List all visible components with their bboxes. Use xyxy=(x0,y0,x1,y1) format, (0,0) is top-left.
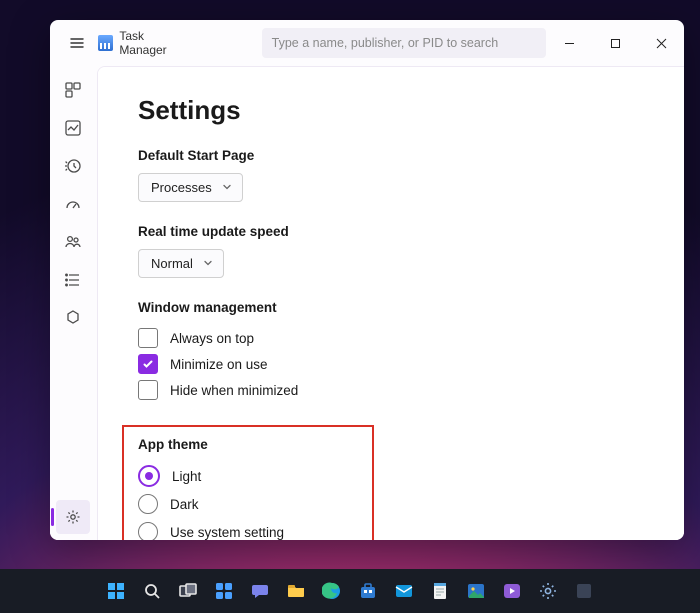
taskbar-chat-icon[interactable] xyxy=(246,577,274,605)
taskbar-start-icon[interactable] xyxy=(102,577,130,605)
page-title: Settings xyxy=(138,95,644,126)
app-icon xyxy=(98,35,114,51)
app-theme-section-highlight: App theme Light Dark Use system setting xyxy=(122,425,374,540)
nav-services-icon[interactable] xyxy=(63,308,83,328)
nav-processes-icon[interactable] xyxy=(63,80,83,100)
default-start-page-value: Processes xyxy=(151,180,212,195)
window-management-section: Window management Always on top Minimize… xyxy=(138,300,644,403)
update-speed-dropdown[interactable]: Normal xyxy=(138,249,224,278)
always-on-top-checkbox[interactable]: Always on top xyxy=(138,325,644,351)
radio-icon xyxy=(138,494,158,514)
task-manager-window: Task Manager Type a name, publisher, or … xyxy=(50,20,684,540)
settings-page: Settings Default Start Page Processes Re… xyxy=(97,66,684,540)
taskbar-widgets-icon[interactable] xyxy=(210,577,238,605)
update-speed-label: Real time update speed xyxy=(138,224,644,239)
taskbar xyxy=(0,569,700,613)
titlebar: Task Manager Type a name, publisher, or … xyxy=(50,20,684,66)
window-controls xyxy=(546,23,684,63)
minimize-button[interactable] xyxy=(546,23,592,63)
hide-when-minimized-checkbox[interactable]: Hide when minimized xyxy=(138,377,644,403)
radio-label: Dark xyxy=(170,497,199,512)
nav-rail xyxy=(50,66,97,540)
default-start-page-section: Default Start Page Processes xyxy=(138,148,644,202)
checkbox-label: Hide when minimized xyxy=(170,383,298,398)
nav-settings-icon[interactable] xyxy=(56,500,90,534)
nav-startup-icon[interactable] xyxy=(63,194,83,214)
taskbar-file-explorer-icon[interactable] xyxy=(282,577,310,605)
radio-icon xyxy=(138,465,160,487)
taskbar-notepad-icon[interactable] xyxy=(426,577,454,605)
checkbox-label: Always on top xyxy=(170,331,254,346)
radio-icon xyxy=(138,522,158,540)
app-title: Task Manager xyxy=(119,29,193,57)
update-speed-section: Real time update speed Normal xyxy=(138,224,644,278)
taskbar-search-icon[interactable] xyxy=(138,577,166,605)
nav-performance-icon[interactable] xyxy=(63,118,83,138)
taskbar-mail-icon[interactable] xyxy=(390,577,418,605)
theme-light-radio[interactable]: Light xyxy=(138,462,358,490)
app-theme-label: App theme xyxy=(138,437,358,452)
update-speed-value: Normal xyxy=(151,256,193,271)
default-start-page-dropdown[interactable]: Processes xyxy=(138,173,243,202)
taskbar-settings-icon[interactable] xyxy=(534,577,562,605)
checkbox-icon xyxy=(138,328,158,348)
taskbar-clipchamp-icon[interactable] xyxy=(498,577,526,605)
taskbar-extra-icon[interactable] xyxy=(570,577,598,605)
search-placeholder: Type a name, publisher, or PID to search xyxy=(272,36,499,50)
window-management-label: Window management xyxy=(138,300,644,315)
checkbox-label: Minimize on use xyxy=(170,357,268,372)
maximize-button[interactable] xyxy=(592,23,638,63)
chevron-down-icon xyxy=(203,256,213,271)
checkbox-icon xyxy=(138,354,158,374)
taskbar-taskview-icon[interactable] xyxy=(174,577,202,605)
search-input[interactable]: Type a name, publisher, or PID to search xyxy=(262,28,546,58)
chevron-down-icon xyxy=(222,180,232,195)
theme-system-radio[interactable]: Use system setting xyxy=(138,518,358,540)
taskbar-edge-icon[interactable] xyxy=(318,577,346,605)
nav-users-icon[interactable] xyxy=(63,232,83,252)
minimize-on-use-checkbox[interactable]: Minimize on use xyxy=(138,351,644,377)
theme-dark-radio[interactable]: Dark xyxy=(138,490,358,518)
radio-label: Use system setting xyxy=(170,525,284,540)
hamburger-button[interactable] xyxy=(60,26,94,60)
taskbar-store-icon[interactable] xyxy=(354,577,382,605)
checkbox-icon xyxy=(138,380,158,400)
radio-label: Light xyxy=(172,469,201,484)
close-button[interactable] xyxy=(638,23,684,63)
nav-app-history-icon[interactable] xyxy=(63,156,83,176)
nav-details-icon[interactable] xyxy=(63,270,83,290)
desktop-background: Task Manager Type a name, publisher, or … xyxy=(0,0,700,613)
taskbar-photos-icon[interactable] xyxy=(462,577,490,605)
default-start-page-label: Default Start Page xyxy=(138,148,644,163)
